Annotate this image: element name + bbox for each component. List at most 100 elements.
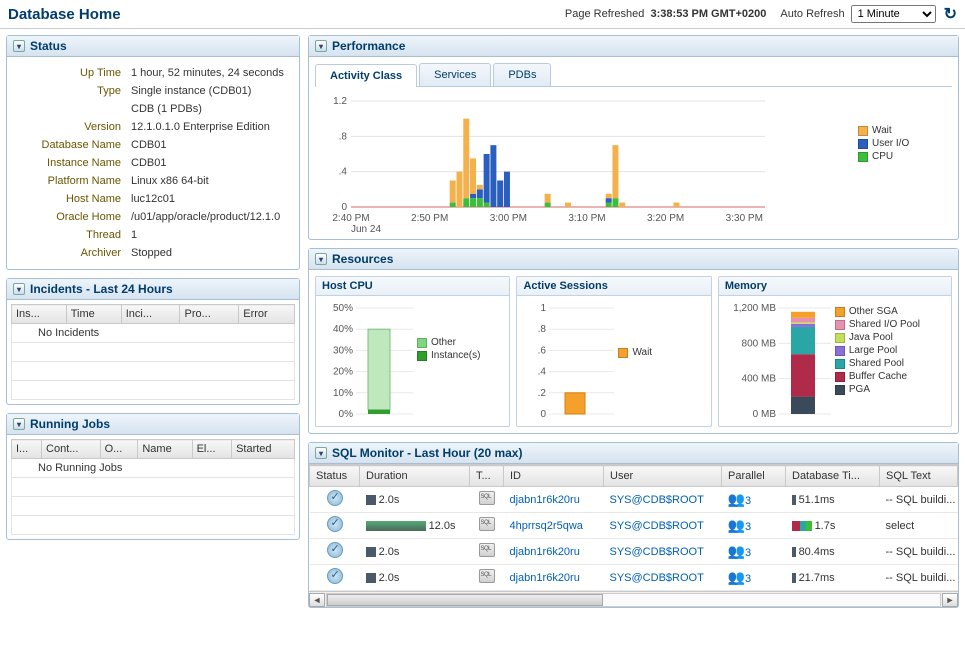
- status-ok-icon: [327, 516, 343, 532]
- status-value: luc12c01: [127, 191, 291, 207]
- scroll-right-icon[interactable]: ►: [942, 593, 958, 607]
- duration-bar: [366, 573, 376, 583]
- sql-row[interactable]: 2.0sdjabn1r6k20ruSYS@CDB$ROOT👥3 51.1ms--…: [310, 487, 958, 513]
- tab-services[interactable]: Services: [419, 63, 491, 86]
- sql-id-link[interactable]: djabn1r6k20ru: [510, 572, 580, 584]
- svg-text:3:10 PM: 3:10 PM: [568, 213, 605, 224]
- jobs-col-header[interactable]: Cont...: [42, 440, 101, 459]
- sql-type-icon: [479, 491, 495, 505]
- host-cpu-chart: 0%10%20%30%40%50%: [322, 302, 417, 422]
- status-label: Instance Name: [15, 155, 125, 171]
- svg-text:.8: .8: [538, 324, 547, 335]
- parallel-count[interactable]: 3: [745, 573, 751, 585]
- svg-text:1.2: 1.2: [333, 96, 347, 107]
- status-label: Host Name: [15, 191, 125, 207]
- legend-item: Shared I/O Pool: [835, 319, 920, 330]
- sql-row[interactable]: 12.0s4hprrsq2r5qwaSYS@CDB$ROOT👥3 1.7ssel…: [310, 513, 958, 539]
- sql-id-link[interactable]: djabn1r6k20ru: [510, 494, 580, 506]
- legend-item: Buffer Cache: [835, 371, 920, 382]
- sql-user-link[interactable]: SYS@CDB$ROOT: [610, 572, 704, 584]
- parallel-icon: 👥: [728, 543, 745, 559]
- legend-item: Wait: [618, 347, 652, 358]
- auto-refresh-label: Auto Refresh: [780, 8, 844, 20]
- sql-col-header[interactable]: T...: [470, 466, 504, 487]
- jobs-col-header[interactable]: O...: [100, 440, 138, 459]
- collapse-icon[interactable]: ▾: [13, 283, 25, 295]
- resources-title: Resources: [332, 252, 393, 266]
- collapse-icon[interactable]: ▾: [13, 418, 25, 430]
- sql-text: -- SQL buildi...: [880, 487, 958, 513]
- sql-monitor-panel: ▾ SQL Monitor - Last Hour (20 max) Statu…: [308, 442, 959, 608]
- sql-col-header[interactable]: Database Ti...: [786, 466, 880, 487]
- tab-pdbs[interactable]: PDBs: [493, 63, 551, 86]
- incidents-col-header[interactable]: Ins...: [12, 305, 67, 324]
- svg-text:400 MB: 400 MB: [741, 374, 776, 385]
- collapse-icon[interactable]: ▾: [315, 253, 327, 265]
- duration-bar: [366, 521, 426, 531]
- collapse-icon[interactable]: ▾: [13, 40, 25, 52]
- status-ok-icon: [327, 568, 343, 584]
- svg-text:2:40 PM: 2:40 PM: [332, 213, 369, 224]
- sql-row[interactable]: 2.0sdjabn1r6k20ruSYS@CDB$ROOT👥3 21.7ms--…: [310, 565, 958, 591]
- svg-text:20%: 20%: [333, 367, 353, 378]
- legend-item: PGA: [835, 384, 920, 395]
- parallel-count[interactable]: 3: [745, 495, 751, 507]
- sql-id-link[interactable]: 4hprrsq2r5qwa: [510, 520, 583, 532]
- svg-text:2:50 PM: 2:50 PM: [411, 213, 448, 224]
- incidents-col-header[interactable]: Pro...: [180, 305, 239, 324]
- svg-text:1: 1: [541, 303, 547, 314]
- jobs-col-header[interactable]: Name: [138, 440, 192, 459]
- parallel-count[interactable]: 3: [745, 521, 751, 533]
- sql-type-icon: [479, 517, 495, 531]
- sql-col-header[interactable]: Parallel: [722, 466, 786, 487]
- sql-col-header[interactable]: Duration: [360, 466, 470, 487]
- status-label: Database Name: [15, 137, 125, 153]
- performance-panel: ▾ Performance Activity ClassServicesPDBs…: [308, 35, 959, 240]
- sql-monitor-table: StatusDurationT...IDUserParallelDatabase…: [309, 465, 958, 591]
- parallel-count[interactable]: 3: [745, 547, 751, 559]
- scroll-left-icon[interactable]: ◄: [309, 593, 325, 607]
- sql-col-header[interactable]: User: [604, 466, 722, 487]
- collapse-icon[interactable]: ▾: [315, 40, 327, 52]
- active-sessions-panel: Active Sessions 0.2.4.6.81 Wait: [516, 276, 711, 427]
- svg-text:50%: 50%: [333, 303, 353, 314]
- horizontal-scrollbar[interactable]: ◄ ►: [309, 591, 958, 607]
- jobs-col-header[interactable]: I...: [12, 440, 42, 459]
- collapse-icon[interactable]: ▾: [315, 447, 327, 459]
- parallel-icon: 👥: [728, 491, 745, 507]
- sql-user-link[interactable]: SYS@CDB$ROOT: [610, 520, 704, 532]
- auto-refresh-select[interactable]: 1 Minute: [851, 5, 936, 23]
- incidents-col-header[interactable]: Error: [239, 305, 295, 324]
- status-ok-icon: [327, 490, 343, 506]
- status-value: 12.1.0.1.0 Enterprise Edition: [127, 119, 291, 135]
- refresh-icon[interactable]: ↻: [944, 4, 957, 24]
- sql-col-header[interactable]: ID: [504, 466, 604, 487]
- incidents-col-header[interactable]: Inci...: [121, 305, 180, 324]
- memory-panel: Memory 0 MB400 MB800 MB1,200 MB Other SG…: [718, 276, 952, 427]
- svg-text:3:30 PM: 3:30 PM: [726, 213, 763, 224]
- sql-id-link[interactable]: djabn1r6k20ru: [510, 546, 580, 558]
- legend-item: Other SGA: [835, 306, 920, 317]
- performance-title: Performance: [332, 39, 405, 53]
- incidents-col-header[interactable]: Time: [66, 305, 121, 324]
- svg-text:0: 0: [541, 409, 547, 420]
- status-label: Platform Name: [15, 173, 125, 189]
- jobs-col-header[interactable]: Started: [232, 440, 295, 459]
- svg-text:800 MB: 800 MB: [741, 338, 776, 349]
- resources-panel: ▾ Resources Host CPU 0%10%20%30%40%50% O…: [308, 248, 959, 434]
- parallel-icon: 👥: [728, 517, 745, 533]
- incidents-table: Ins...TimeInci...Pro...Error No Incident…: [11, 304, 295, 400]
- sql-row[interactable]: 2.0sdjabn1r6k20ruSYS@CDB$ROOT👥3 80.4ms--…: [310, 539, 958, 565]
- tab-activity-class[interactable]: Activity Class: [315, 64, 417, 87]
- status-ok-icon: [327, 542, 343, 558]
- status-label: [15, 101, 125, 117]
- sql-user-link[interactable]: SYS@CDB$ROOT: [610, 546, 704, 558]
- memory-chart: 0 MB400 MB800 MB1,200 MB: [725, 302, 835, 422]
- sql-col-header[interactable]: Status: [310, 466, 360, 487]
- sql-user-link[interactable]: SYS@CDB$ROOT: [610, 494, 704, 506]
- legend-item: Shared Pool: [835, 358, 920, 369]
- status-value: Single instance (CDB01): [127, 83, 291, 99]
- jobs-col-header[interactable]: El...: [192, 440, 232, 459]
- sql-col-header[interactable]: SQL Text: [880, 466, 958, 487]
- running-jobs-title: Running Jobs: [30, 417, 110, 431]
